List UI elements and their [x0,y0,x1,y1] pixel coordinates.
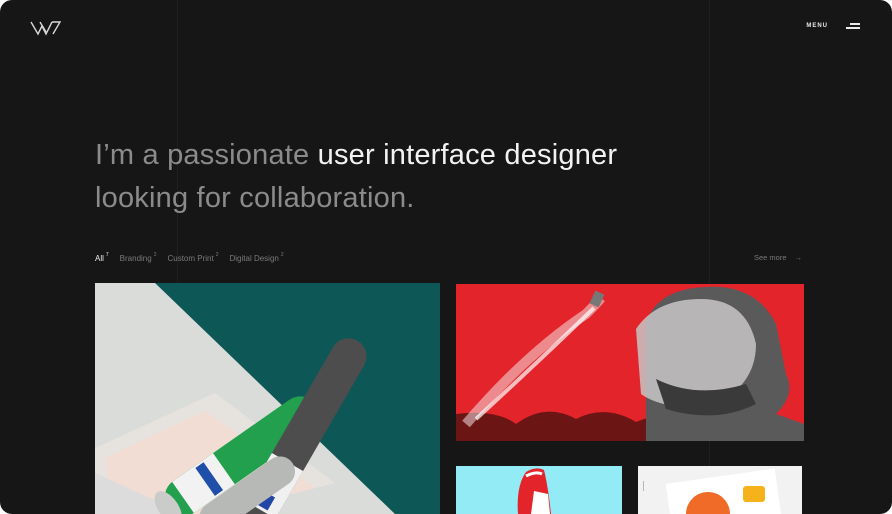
menu-label: MENU [806,23,828,29]
menu-button[interactable]: MENU [806,22,860,30]
page-frame: MENU I’m a passionate user interface des… [0,0,892,514]
portfolio-card-packaging[interactable] [638,466,802,514]
filter-count: 2 [280,252,284,258]
hero-line-2: looking for collaboration. [95,182,415,214]
filter-count: 2 [215,252,219,258]
hero-muted-text: I’m a passionate [95,139,318,171]
see-more-link[interactable]: See more → [754,253,802,262]
filter-count: 2 [153,252,157,258]
filter-label: Digital Design [229,254,279,263]
hero-line-1: I’m a passionate user interface designer [95,134,735,177]
filter-count: 7 [105,252,109,258]
hero-headline: I’m a passionate user interface designer… [95,134,735,220]
filter-label: All [95,254,104,263]
see-more-label: See more [753,253,787,262]
arrow-right-icon: → [794,253,803,262]
filter-label: Branding [119,254,152,263]
portfolio-card-riot-helmet[interactable] [456,284,804,441]
filter-custom-print[interactable]: Custom Print 2 [167,252,218,263]
filter-label: Custom Print [167,254,214,263]
hero-bright-text: user interface designer [317,139,618,171]
filter-branding[interactable]: Branding 2 [120,252,157,263]
hamburger-icon [846,22,860,30]
category-filters: All 7 Branding 2 Custom Print 2 Digital Des… [95,252,284,263]
portfolio-card-red-sneaker[interactable] [456,466,622,514]
w-monogram-icon[interactable] [30,20,62,36]
filter-all[interactable]: All 7 [95,252,109,263]
filter-digital-design[interactable]: Digital Design 2 [230,252,284,263]
portfolio-card-poster-tubes[interactable] [95,283,440,514]
